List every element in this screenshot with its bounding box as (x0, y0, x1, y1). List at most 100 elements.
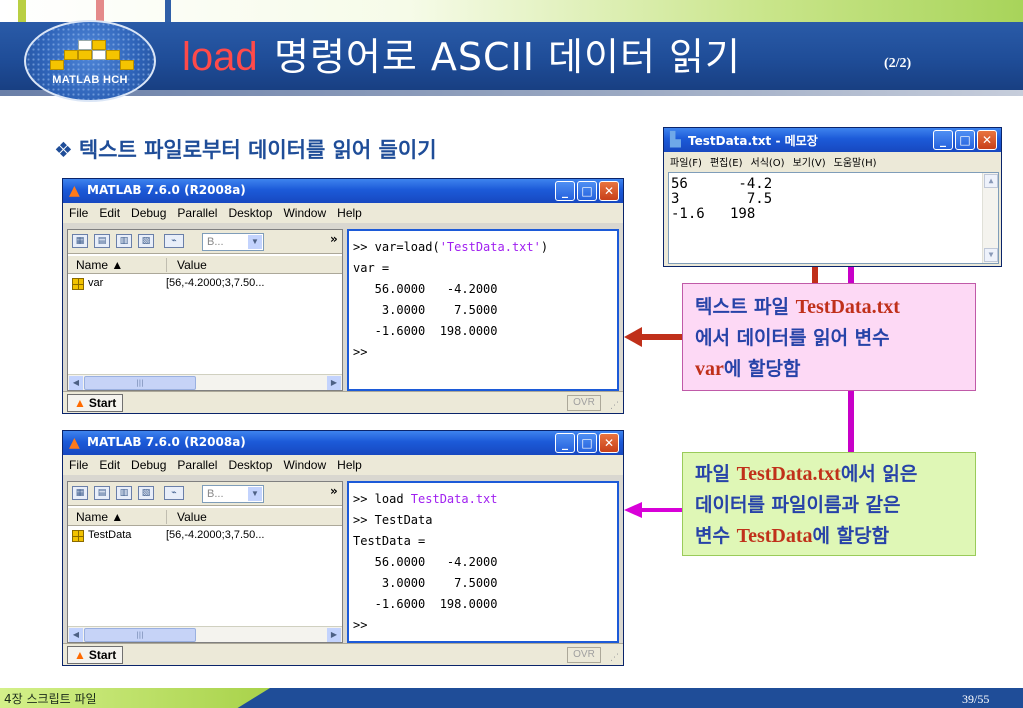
horizontal-scrollbar[interactable]: ◀ ||| ▶ (68, 626, 342, 642)
command-window[interactable]: >> load TestData.txt >> TestData TestDat… (347, 481, 619, 643)
column-header-name[interactable]: Name ▲ (76, 510, 123, 524)
scroll-up-icon[interactable]: ▲ (984, 174, 998, 188)
import-data-icon[interactable]: ▥ (116, 234, 132, 248)
workspace-variable-row[interactable]: var [56,-4.2000;3,7.50... (68, 276, 342, 292)
open-variable-icon[interactable]: ▤ (94, 486, 110, 500)
variable-value: [56,-4.2000;3,7.50... (166, 277, 265, 289)
vertical-scrollbar[interactable]: ▲ ▼ (982, 173, 998, 263)
column-header-name[interactable]: Name ▲ (76, 258, 123, 272)
menu-desktop[interactable]: Desktop (228, 458, 272, 472)
menu-format[interactable]: 서식(O) (751, 154, 785, 169)
column-header-value[interactable]: Value (166, 510, 207, 524)
grid-variable-icon (72, 530, 84, 542)
maximize-icon[interactable]: □ (577, 433, 597, 453)
callout-text: 변수 (695, 525, 737, 547)
workspace-variable-row[interactable]: TestData [56,-4.2000;3,7.50... (68, 528, 342, 544)
arrow-left-icon (624, 327, 642, 347)
start-button[interactable]: ▲ Start (67, 394, 124, 412)
command-window[interactable]: >> var=load('TestData.txt') var = 56.000… (347, 229, 619, 391)
logo-block (106, 50, 120, 60)
menu-window[interactable]: Window (283, 206, 326, 220)
matlab-window-2[interactable]: ▲ MATLAB 7.6.0 (R2008a) _ □ ✕ File Edit … (62, 430, 624, 666)
callout-load-var: 텍스트 파일 TestData.txt 에서 데이터를 읽어 변수 var에 할… (682, 283, 976, 391)
horizontal-scrollbar[interactable]: ◀ ||| ▶ (68, 374, 342, 390)
workspace-header: Name ▲ Value (68, 256, 342, 274)
scroll-thumb[interactable]: ||| (84, 628, 196, 642)
minimize-icon[interactable]: _ (555, 181, 575, 201)
plot-select-combo[interactable]: B... ▼ (202, 485, 264, 503)
window-title-bar[interactable]: ▙ TestData.txt - 메모장 _ □ ✕ (664, 128, 1001, 152)
plot-select-combo[interactable]: B... ▼ (202, 233, 264, 251)
notepad-window[interactable]: ▙ TestData.txt - 메모장 _ □ ✕ 파일(F) 편집(E) 서… (663, 127, 1002, 267)
menu-view[interactable]: 보기(V) (793, 154, 826, 169)
menu-file[interactable]: File (69, 206, 88, 220)
close-icon[interactable]: ✕ (977, 130, 997, 150)
save-workspace-icon[interactable]: ▧ (138, 234, 154, 248)
command-prompt[interactable]: >> (353, 342, 617, 363)
close-icon[interactable]: ✕ (599, 433, 619, 453)
toolbar-more[interactable]: » (330, 484, 338, 498)
callout-highlight: TestData.txt (736, 463, 841, 485)
maximize-icon[interactable]: □ (955, 130, 975, 150)
menu-window[interactable]: Window (283, 458, 326, 472)
menu-debug[interactable]: Debug (131, 206, 166, 220)
scroll-left-icon[interactable]: ◀ (69, 376, 83, 390)
callout-text: 에 할당함 (723, 358, 801, 380)
window-title: TestData.txt - 메모장 (688, 134, 818, 148)
save-workspace-icon[interactable]: ▧ (138, 486, 154, 500)
notepad-text-area[interactable]: 56 -4.2 3 7.5 -1.6 198 ▲ ▼ (668, 172, 999, 264)
minimize-icon[interactable]: _ (933, 130, 953, 150)
close-icon[interactable]: ✕ (599, 181, 619, 201)
new-variable-icon[interactable]: ▦ (72, 486, 88, 500)
menu-edit[interactable]: 편집(E) (710, 154, 743, 169)
scroll-thumb[interactable]: ||| (84, 376, 196, 390)
chevron-down-icon[interactable]: ▼ (248, 487, 262, 501)
menu-file[interactable]: File (69, 458, 88, 472)
menu-help[interactable]: Help (337, 206, 362, 220)
start-icon: ▲ (74, 396, 86, 410)
plot-icon[interactable]: ⌁ (164, 234, 184, 248)
menu-file[interactable]: 파일(F) (670, 154, 702, 169)
title-page-indicator: (2/2) (884, 56, 912, 71)
page-title: 명령어로 ASCII 데이터 읽기 (274, 35, 741, 79)
output-line: -1.6000 198.0000 (353, 324, 498, 338)
menu-parallel[interactable]: Parallel (177, 206, 217, 220)
menu-debug[interactable]: Debug (131, 458, 166, 472)
notepad-icon: ▙ (670, 132, 681, 148)
start-button[interactable]: ▲ Start (67, 646, 124, 664)
window-title-bar[interactable]: ▲ MATLAB 7.6.0 (R2008a) _ □ ✕ (63, 179, 623, 203)
menu-help[interactable]: 도움말(H) (834, 154, 877, 169)
matlab-window-1[interactable]: ▲ MATLAB 7.6.0 (R2008a) _ □ ✕ File Edit … (62, 178, 624, 414)
callout-text: 에서 읽은 (840, 463, 918, 485)
open-variable-icon[interactable]: ▤ (94, 234, 110, 248)
scroll-left-icon[interactable]: ◀ (69, 628, 83, 642)
menu-desktop[interactable]: Desktop (228, 206, 272, 220)
scroll-right-icon[interactable]: ▶ (327, 628, 341, 642)
resize-grip[interactable]: ⋰ (610, 653, 619, 663)
window-controls: _ □ ✕ (555, 433, 619, 453)
arrow-magenta (640, 508, 682, 512)
resize-grip[interactable]: ⋰ (610, 401, 619, 411)
window-title: MATLAB 7.6.0 (R2008a) (87, 435, 246, 449)
menu-edit[interactable]: Edit (99, 458, 120, 472)
column-header-value[interactable]: Value (166, 258, 207, 272)
footer-chapter: 4장 스크립트 파일 (4, 692, 97, 706)
new-variable-icon[interactable]: ▦ (72, 234, 88, 248)
window-title-bar[interactable]: ▲ MATLAB 7.6.0 (R2008a) _ □ ✕ (63, 431, 623, 455)
maximize-icon[interactable]: □ (577, 181, 597, 201)
top-accent (18, 0, 26, 22)
menu-edit[interactable]: Edit (99, 206, 120, 220)
menu-parallel[interactable]: Parallel (177, 458, 217, 472)
import-data-icon[interactable]: ▥ (116, 486, 132, 500)
minimize-icon[interactable]: _ (555, 433, 575, 453)
status-bar: ▲ Start OVR ⋰ (63, 643, 623, 665)
callout-text: 데이터를 파일이름과 같은 (695, 494, 901, 516)
menu-help[interactable]: Help (337, 458, 362, 472)
scroll-right-icon[interactable]: ▶ (327, 376, 341, 390)
chevron-down-icon[interactable]: ▼ (248, 235, 262, 249)
scroll-down-icon[interactable]: ▼ (984, 248, 998, 262)
plot-icon[interactable]: ⌁ (164, 486, 184, 500)
arrow-left-icon (624, 502, 642, 518)
toolbar-more[interactable]: » (330, 232, 338, 246)
command-prompt[interactable]: >> (353, 615, 617, 636)
